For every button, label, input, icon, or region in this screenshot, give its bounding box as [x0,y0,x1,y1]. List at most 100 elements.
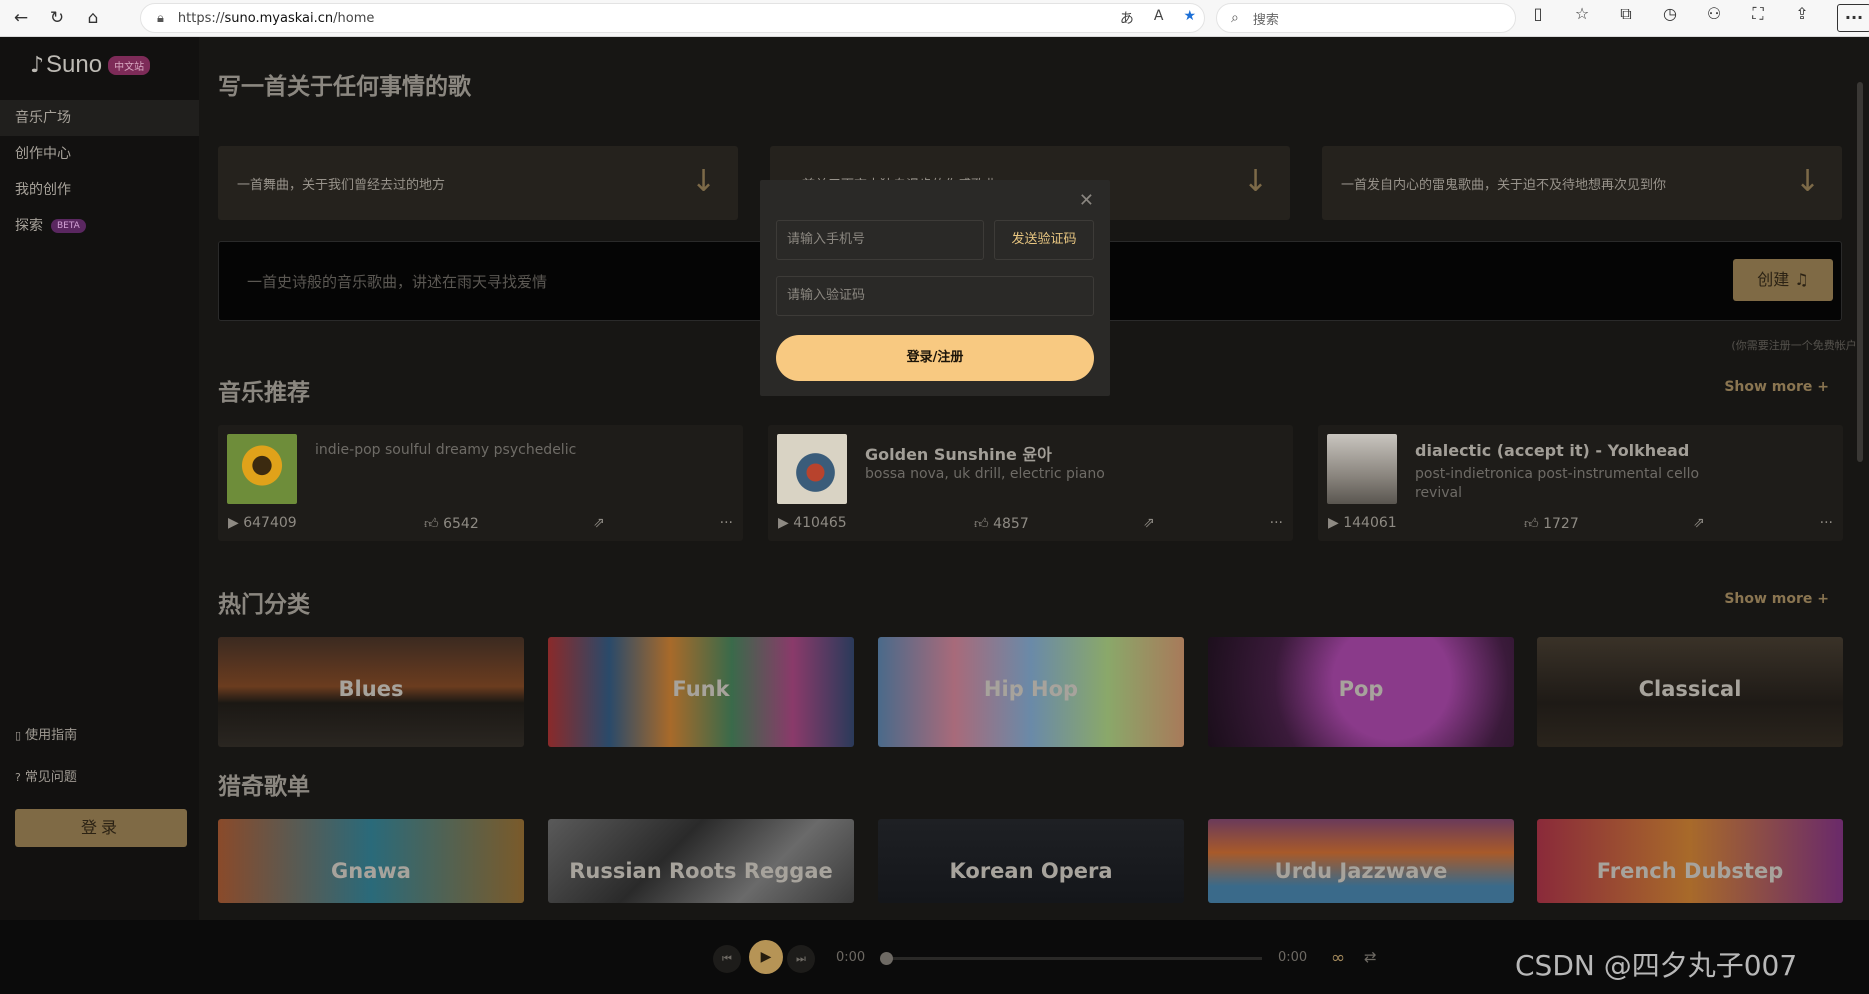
book-icon: ▯ [15,729,22,742]
send-code-button[interactable]: 发送验证码 [994,220,1094,260]
play-count[interactable]: ▶ 647409 [228,515,297,531]
translate-icon[interactable]: あ [1120,8,1134,28]
phone-input[interactable]: 请输入手机号 [776,220,984,260]
song-cover [227,434,297,504]
like-count-value: 1727 [1543,516,1579,532]
play-icon: ▶ [778,515,794,531]
progress-track[interactable] [886,957,1262,960]
sidebar-item-explore[interactable]: 探索 BETA [0,208,199,244]
sidebar: ♪ Suno 中文站 音乐广场 创作中心 我的创作 探索 BETA ▯ 使用指南 ?… [0,37,199,994]
song-card[interactable]: Golden Sunshine 윤아 bossa nova, uk drill,… [768,425,1293,541]
playlist-label: Korean Opera [949,859,1113,883]
category-card[interactable]: Blues [218,637,524,747]
song-desc: post-indietronica post-instrumental cell… [1415,466,1700,501]
share-icon[interactable]: ⇗ [1693,515,1705,531]
create-button[interactable]: 创建 ♫ [1733,259,1833,301]
back-icon[interactable]: ← [6,3,36,33]
thumbs-up-icon: 👍︎ [1524,516,1544,532]
faq-link[interactable]: ? 常见问题 [15,757,77,799]
lock-icon: 🔒︎ [157,10,164,26]
address-bar[interactable]: 🔒︎ https://suno.myaskai.cn/home あ A ★ [140,3,1205,33]
share-icon[interactable]: ⇗ [1143,515,1155,531]
play-count[interactable]: ▶ 410465 [778,515,847,531]
previous-icon[interactable]: ⏮ [713,945,741,973]
prompt-card[interactable]: 一首发自内心的雷鬼歌曲，关于迫不及待地想再次见到你 ↓ [1322,146,1842,220]
total-time: 0:00 [1278,950,1308,965]
watermark: CSDN @四夕丸子007 [1515,949,1798,982]
next-icon[interactable]: ⏭ [787,945,815,973]
recommend-title: 音乐推荐 [218,380,310,406]
music-player: ⏮ ▶ ⏭ 0:00 0:00 ∞ ⇄ CSDN @四夕丸子007 [0,920,1869,994]
scrollbar[interactable] [1857,82,1863,462]
playlist-card[interactable]: Urdu Jazzwave [1208,819,1514,903]
sidebar-item-music-square[interactable]: 音乐广场 [0,100,199,136]
loop-icon[interactable]: ∞ [1331,948,1345,968]
like-count-value: 6542 [443,516,479,532]
screenshot-icon[interactable]: ⛶ [1745,4,1771,32]
login-register-button[interactable]: 登录/注册 [776,335,1094,381]
progress-knob[interactable] [880,952,893,965]
sidebar-nav: 音乐广场 创作中心 我的创作 探索 BETA [0,100,199,244]
url-prefix: https:// [177,10,225,26]
playlist-card[interactable]: Russian Roots Reggae [548,819,854,903]
url-host: suno.myaskai.cn [224,10,334,26]
more-icon[interactable]: ··· [1820,515,1833,531]
login-button[interactable]: 登录 [15,809,187,847]
play-icon: ▶ [1328,515,1344,531]
category-card[interactable]: Classical [1537,637,1843,747]
sidebar-item-my-creations[interactable]: 我的创作 [0,172,199,208]
category-card[interactable]: Hip Hop [878,637,1184,747]
beta-badge: BETA [51,219,86,233]
odd-title: 猎奇歌单 [218,774,310,800]
shuffle-icon[interactable]: ⇄ [1364,948,1377,966]
browser-toolbar: ← ↻ ⌂ 🔒︎ https://suno.myaskai.cn/home あ … [0,0,1869,37]
read-aloud-icon[interactable]: A [1154,8,1164,28]
share-icon[interactable]: ⇪ [1789,4,1815,32]
arrow-down-icon: ↓ [1242,164,1268,199]
sidebar-item-label: 探索 [15,218,43,234]
code-input[interactable]: 请输入验证码 [776,276,1094,316]
split-screen-icon[interactable]: ▯ [1525,4,1551,32]
logo-badge: 中文站 [108,55,151,75]
song-card[interactable]: indie-pop soulful dreamy psychedelic ▶ 6… [218,425,743,541]
playlist-card[interactable]: Gnawa [218,819,524,903]
search-placeholder: 搜索 [1252,12,1279,28]
show-more-recommend[interactable]: Show more + [1724,379,1829,395]
search-bar[interactable]: ⌕ 搜索 [1216,3,1516,33]
close-icon[interactable]: ✕ [1079,190,1094,211]
play-button[interactable]: ▶ [749,940,783,974]
question-icon: ? [15,771,21,784]
playlist-card[interactable]: French Dubstep [1537,819,1843,903]
extensions-icon[interactable]: ⚇ [1701,4,1727,32]
more-icon[interactable]: ··· [1270,515,1283,531]
category-label: Classical [1638,677,1742,701]
favorites-icon[interactable]: ☆ [1569,4,1595,32]
like-count[interactable]: 👍︎ 4857 [974,515,1029,532]
reload-icon[interactable]: ↻ [42,3,72,33]
create-placeholder: 一首史诗般的音乐歌曲，讲述在雨天寻找爱情 [247,273,548,291]
category-card[interactable]: Funk [548,637,854,747]
logo[interactable]: ♪ Suno 中文站 [30,51,151,79]
prompt-card[interactable]: 一首舞曲，关于我们曾经去过的地方 ↓ [218,146,738,220]
category-card[interactable]: Pop [1208,637,1514,747]
collections-icon[interactable]: ⧉ [1613,4,1639,32]
like-count[interactable]: 👍︎ 1727 [1524,515,1579,532]
song-cover [777,434,847,504]
more-icon[interactable]: ··· [720,515,733,531]
sidebar-item-create-center[interactable]: 创作中心 [0,136,199,172]
share-icon[interactable]: ⇗ [593,515,605,531]
history-icon[interactable]: ◷ [1657,4,1683,32]
guide-link[interactable]: ▯ 使用指南 [15,715,77,757]
like-count[interactable]: 👍︎ 6542 [424,515,479,532]
favorite-star-icon[interactable]: ★ [1183,8,1196,28]
current-time: 0:00 [836,950,866,965]
song-card[interactable]: dialectic (accept it) - Yolkhead post-in… [1318,425,1843,541]
more-menu-icon[interactable]: ··· [1837,4,1869,32]
play-count[interactable]: ▶ 144061 [1328,515,1397,531]
playlist-card[interactable]: Korean Opera [878,819,1184,903]
home-icon[interactable]: ⌂ [78,3,108,33]
faq-label: 常见问题 [24,770,77,785]
song-title: dialectic (accept it) - Yolkhead [1415,441,1690,460]
show-more-hot[interactable]: Show more + [1724,591,1829,607]
login-modal: ✕ 请输入手机号 发送验证码 请输入验证码 登录/注册 [760,180,1110,396]
